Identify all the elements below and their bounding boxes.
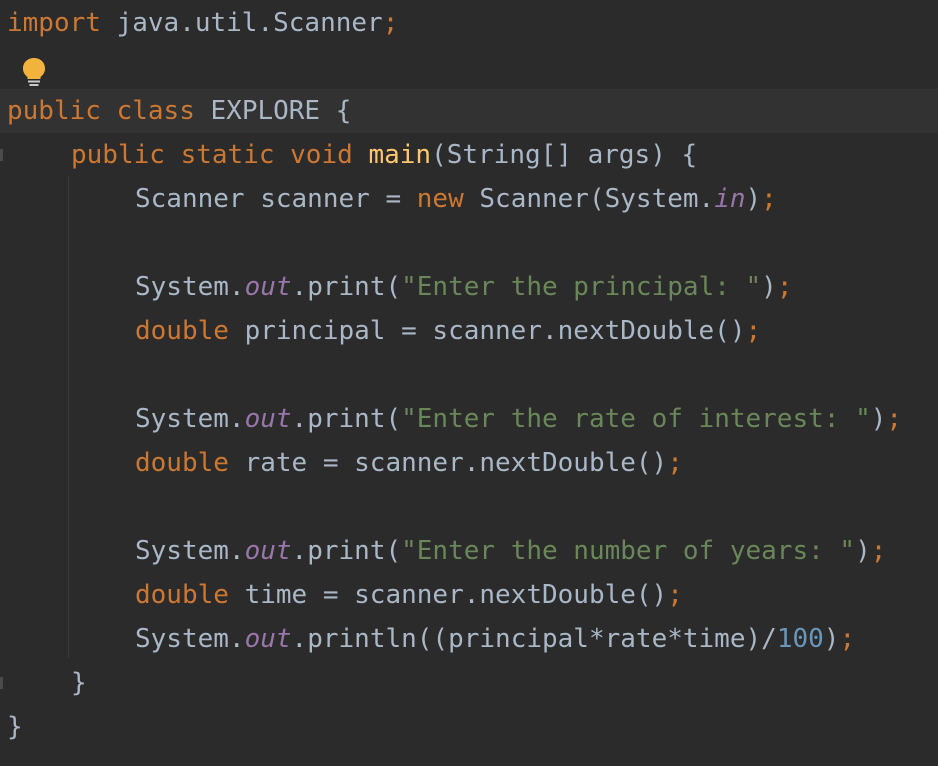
code-line-current[interactable]: public class EXPLORE { <box>0 89 938 133</box>
code-token: ) <box>823 624 840 654</box>
line-content: System.out.print("Enter the rate of inte… <box>135 397 902 441</box>
code-token: System. <box>135 272 245 302</box>
line-content: import java.util.Scanner; <box>7 1 398 45</box>
code-token: ) <box>745 184 762 214</box>
line-content: double principal = scanner.nextDouble(); <box>135 309 761 353</box>
code-token: void <box>290 140 353 170</box>
code-token: ; <box>667 580 683 610</box>
code-line[interactable]: } <box>0 661 938 705</box>
code-token: EXPLORE { <box>194 96 352 126</box>
code-token: ) <box>761 272 777 302</box>
line-content: double rate = scanner.nextDouble(); <box>135 441 683 485</box>
code-token: "Enter the rate of interest: " <box>401 404 871 434</box>
code-token: public <box>71 140 165 170</box>
line-content: public class EXPLORE { <box>7 89 351 133</box>
line-content: } <box>71 661 87 705</box>
code-token: ; <box>382 8 399 38</box>
code-line[interactable]: } <box>0 705 938 749</box>
line-content: System.out.print("Enter the principal: "… <box>135 265 792 309</box>
code-token: ; <box>886 404 903 434</box>
code-token: ; <box>667 448 683 478</box>
line-content: System.out.println((principal*rate*time)… <box>135 617 855 661</box>
code-token: out <box>244 404 292 434</box>
code-token: .print( <box>291 404 402 434</box>
code-line[interactable]: public static void main(String[] args) { <box>0 133 938 177</box>
line-content: System.out.print("Enter the number of ye… <box>135 529 886 573</box>
code-token: "Enter the number of years: " <box>401 536 856 566</box>
code-token: System. <box>135 536 245 566</box>
code-token: Scanner scanner = <box>135 184 417 214</box>
code-token: out <box>244 536 292 566</box>
code-token: ; <box>839 624 856 654</box>
code-token: out <box>244 272 292 302</box>
line-content: double time = scanner.nextDouble(); <box>135 573 683 617</box>
code-line[interactable]: System.out.print("Enter the principal: "… <box>0 265 938 309</box>
code-token: in <box>714 184 746 214</box>
code-line[interactable]: System.out.println((principal*rate*time)… <box>0 617 938 661</box>
code-token: static <box>180 140 275 170</box>
code-token: (String[] args) { <box>431 140 698 170</box>
line-content: public static void main(String[] args) { <box>71 133 697 177</box>
code-line[interactable]: import java.util.Scanner; <box>0 1 938 45</box>
code-line[interactable]: System.out.print("Enter the rate of inte… <box>0 397 938 441</box>
code-token: ) <box>855 536 871 566</box>
code-editor[interactable]: import java.util.Scanner; public class E… <box>0 0 938 766</box>
code-token: principal = scanner.nextDouble() <box>228 316 746 346</box>
code-token: new <box>416 184 464 214</box>
code-token: double <box>135 448 229 478</box>
code-token: System. <box>135 404 245 434</box>
code-token: ; <box>761 184 777 214</box>
code-line[interactable]: System.out.print("Enter the number of ye… <box>0 529 938 573</box>
code-token: "Enter the principal: " <box>401 272 762 302</box>
line-content: Scanner scanner = new Scanner(System.in)… <box>135 177 777 221</box>
code-token: public <box>7 96 101 126</box>
code-token: time = scanner.nextDouble() <box>228 580 668 610</box>
code-token: double <box>135 580 229 610</box>
code-token: ) <box>870 404 887 434</box>
code-token: } <box>7 712 23 742</box>
code-token: double <box>135 316 229 346</box>
code-token: Scanner(System. <box>463 184 715 214</box>
code-token: .println((principal*rate*time)/ <box>291 624 777 654</box>
code-token: ; <box>870 536 887 566</box>
line-content: } <box>7 705 23 749</box>
code-line[interactable]: double rate = scanner.nextDouble(); <box>0 441 938 485</box>
lightbulb-icon[interactable] <box>21 57 47 87</box>
code-line[interactable]: Scanner scanner = new Scanner(System.in)… <box>0 177 938 221</box>
code-token: out <box>244 624 292 654</box>
code-line[interactable]: double principal = scanner.nextDouble(); <box>0 309 938 353</box>
code-token: .print( <box>291 272 402 302</box>
code-token: class <box>116 96 195 126</box>
code-token: main <box>368 140 432 170</box>
code-token: .print( <box>291 536 402 566</box>
code-token: } <box>71 668 87 698</box>
code-token: ; <box>776 272 793 302</box>
code-token: import <box>7 8 101 38</box>
code-token: System. <box>135 624 245 654</box>
code-token: rate = scanner.nextDouble() <box>228 448 668 478</box>
code-token: ; <box>745 316 762 346</box>
code-line[interactable]: double time = scanner.nextDouble(); <box>0 573 938 617</box>
code-token: 100 <box>776 624 824 654</box>
code-token: java.util.Scanner <box>100 8 383 38</box>
